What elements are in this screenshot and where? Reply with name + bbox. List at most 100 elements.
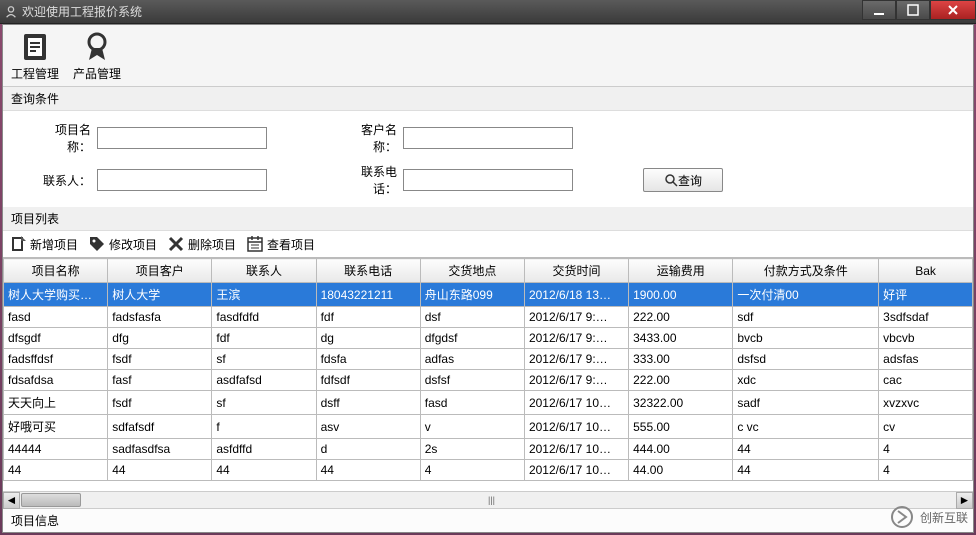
table-cell[interactable]: fadsffdsf — [4, 349, 108, 370]
table-cell[interactable]: fdsafdsa — [4, 370, 108, 391]
delete-project-button[interactable]: 删除项目 — [167, 235, 236, 253]
table-header[interactable]: 交货地点 — [420, 259, 524, 283]
table-cell[interactable]: asv — [316, 415, 420, 439]
table-cell[interactable]: 好哦可买 — [4, 415, 108, 439]
table-cell[interactable]: c vc — [733, 415, 879, 439]
table-cell[interactable]: vbcvb — [879, 328, 973, 349]
table-cell[interactable]: fsdf — [108, 349, 212, 370]
table-cell[interactable]: 3sdfsdaf — [879, 307, 973, 328]
table-cell[interactable]: 4 — [420, 460, 524, 481]
table-cell[interactable]: fdfsdf — [316, 370, 420, 391]
table-cell[interactable]: 2012/6/17 9:… — [524, 370, 628, 391]
table-cell[interactable]: 555.00 — [629, 415, 733, 439]
table-cell[interactable]: adsfas — [879, 349, 973, 370]
table-cell[interactable]: fdf — [212, 328, 316, 349]
table-cell[interactable]: 2012/6/17 9:… — [524, 349, 628, 370]
table-cell[interactable]: 2012/6/17 10… — [524, 439, 628, 460]
table-cell[interactable]: xvzxvc — [879, 391, 973, 415]
table-cell[interactable]: 44 — [212, 460, 316, 481]
table-cell[interactable]: 2012/6/17 10… — [524, 391, 628, 415]
table-header[interactable]: Bak — [879, 259, 973, 283]
table-cell[interactable]: cv — [879, 415, 973, 439]
table-cell[interactable]: 2012/6/17 10… — [524, 460, 628, 481]
table-row[interactable]: 4444444442012/6/17 10…44.00444 — [4, 460, 973, 481]
project-name-input[interactable] — [97, 127, 267, 149]
table-cell[interactable]: 2012/6/17 10… — [524, 415, 628, 439]
table-cell[interactable]: dsfsd — [733, 349, 879, 370]
table-cell[interactable]: 王滨 — [212, 283, 316, 307]
table-cell[interactable]: 18043221211 — [316, 283, 420, 307]
table-cell[interactable]: fasdfdfd — [212, 307, 316, 328]
table-cell[interactable]: 44 — [733, 439, 879, 460]
customer-name-input[interactable] — [403, 127, 573, 149]
table-cell[interactable]: 44 — [108, 460, 212, 481]
table-cell[interactable]: fadsfasfa — [108, 307, 212, 328]
scroll-left-arrow[interactable]: ◄ — [3, 492, 20, 509]
table-cell[interactable]: asfdffd — [212, 439, 316, 460]
scroll-thumb[interactable] — [21, 493, 81, 507]
table-row[interactable]: 44444sadfasdfsaasfdffdd2s2012/6/17 10…44… — [4, 439, 973, 460]
table-cell[interactable]: 2s — [420, 439, 524, 460]
table-cell[interactable]: 32322.00 — [629, 391, 733, 415]
table-cell[interactable]: sdf — [733, 307, 879, 328]
table-cell[interactable]: dg — [316, 328, 420, 349]
table-row[interactable]: fasdfadsfasfafasdfdfdfdfdsf2012/6/17 9:…… — [4, 307, 973, 328]
table-cell[interactable]: 333.00 — [629, 349, 733, 370]
table-row[interactable]: 树人大学购买…树人大学王滨18043221211舟山东路0992012/6/18… — [4, 283, 973, 307]
table-cell[interactable]: sf — [212, 349, 316, 370]
product-mgmt-button[interactable]: 产品管理 — [73, 29, 121, 82]
table-cell[interactable]: 44.00 — [629, 460, 733, 481]
table-cell[interactable]: 222.00 — [629, 307, 733, 328]
table-cell[interactable]: sadf — [733, 391, 879, 415]
table-cell[interactable]: sdfafsdf — [108, 415, 212, 439]
table-cell[interactable]: dsf — [420, 307, 524, 328]
table-row[interactable]: fadsffdsffsdfsffdsfaadfas2012/6/17 9:…33… — [4, 349, 973, 370]
table-cell[interactable]: 2012/6/17 9:… — [524, 328, 628, 349]
table-header[interactable]: 付款方式及条件 — [733, 259, 879, 283]
table-cell[interactable]: fsdf — [108, 391, 212, 415]
table-cell[interactable]: 444.00 — [629, 439, 733, 460]
table-header[interactable]: 交货时间 — [524, 259, 628, 283]
titlebar[interactable]: 欢迎使用工程报价系统 — [0, 0, 976, 24]
table-cell[interactable]: asdfafsd — [212, 370, 316, 391]
search-button[interactable]: 查询 — [643, 168, 723, 192]
edit-project-button[interactable]: 修改项目 — [88, 235, 157, 253]
table-cell[interactable]: 4 — [879, 460, 973, 481]
table-cell[interactable]: 舟山东路099 — [420, 283, 524, 307]
table-cell[interactable]: fasd — [4, 307, 108, 328]
table-row[interactable]: 好哦可买sdfafsdffasvv2012/6/17 10…555.00c vc… — [4, 415, 973, 439]
table-cell[interactable]: fasd — [420, 391, 524, 415]
table-cell[interactable]: 44444 — [4, 439, 108, 460]
maximize-button[interactable] — [896, 0, 930, 20]
table-row[interactable]: fdsafdsafasfasdfafsdfdfsdfdsfsf2012/6/17… — [4, 370, 973, 391]
table-cell[interactable]: 44 — [733, 460, 879, 481]
table-header[interactable]: 项目名称 — [4, 259, 108, 283]
table-header[interactable]: 联系人 — [212, 259, 316, 283]
table-cell[interactable]: 好评 — [879, 283, 973, 307]
table-row[interactable]: 天天向上fsdfsfdsfffasd2012/6/17 10…32322.00s… — [4, 391, 973, 415]
table-cell[interactable]: dfgdsf — [420, 328, 524, 349]
phone-input[interactable] — [403, 169, 573, 191]
table-cell[interactable]: 44 — [316, 460, 420, 481]
table-cell[interactable]: bvcb — [733, 328, 879, 349]
table-header[interactable]: 联系电话 — [316, 259, 420, 283]
table-cell[interactable]: dfg — [108, 328, 212, 349]
table-cell[interactable]: 一次付清00 — [733, 283, 879, 307]
table-cell[interactable]: 4 — [879, 439, 973, 460]
table-cell[interactable]: 1900.00 — [629, 283, 733, 307]
table-cell[interactable]: f — [212, 415, 316, 439]
view-project-button[interactable]: 查看项目 — [246, 235, 315, 253]
table-cell[interactable]: 2012/6/18 13… — [524, 283, 628, 307]
table-cell[interactable]: adfas — [420, 349, 524, 370]
table-cell[interactable]: fdf — [316, 307, 420, 328]
table-cell[interactable]: 222.00 — [629, 370, 733, 391]
table-row[interactable]: dfsgdfdfgfdfdgdfgdsf2012/6/17 9:…3433.00… — [4, 328, 973, 349]
contact-input[interactable] — [97, 169, 267, 191]
table-cell[interactable]: fasf — [108, 370, 212, 391]
table-cell[interactable]: dfsgdf — [4, 328, 108, 349]
table-cell[interactable]: 树人大学购买… — [4, 283, 108, 307]
table-cell[interactable]: sadfasdfsa — [108, 439, 212, 460]
table-cell[interactable]: dsff — [316, 391, 420, 415]
table-header[interactable]: 项目客户 — [108, 259, 212, 283]
table-header[interactable]: 运输费用 — [629, 259, 733, 283]
